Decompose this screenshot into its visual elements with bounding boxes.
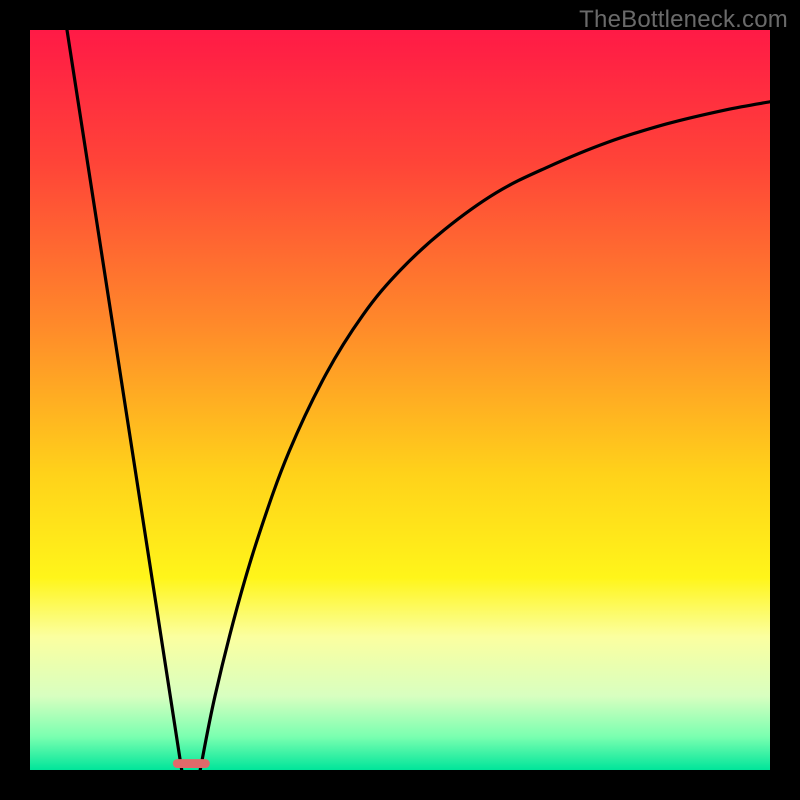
plot-area <box>30 30 770 770</box>
watermark-text: TheBottleneck.com <box>579 6 788 34</box>
chart-svg <box>30 30 770 770</box>
optimal-marker <box>173 759 210 768</box>
gradient-background <box>30 30 770 770</box>
chart-frame: TheBottleneck.com <box>0 0 800 800</box>
